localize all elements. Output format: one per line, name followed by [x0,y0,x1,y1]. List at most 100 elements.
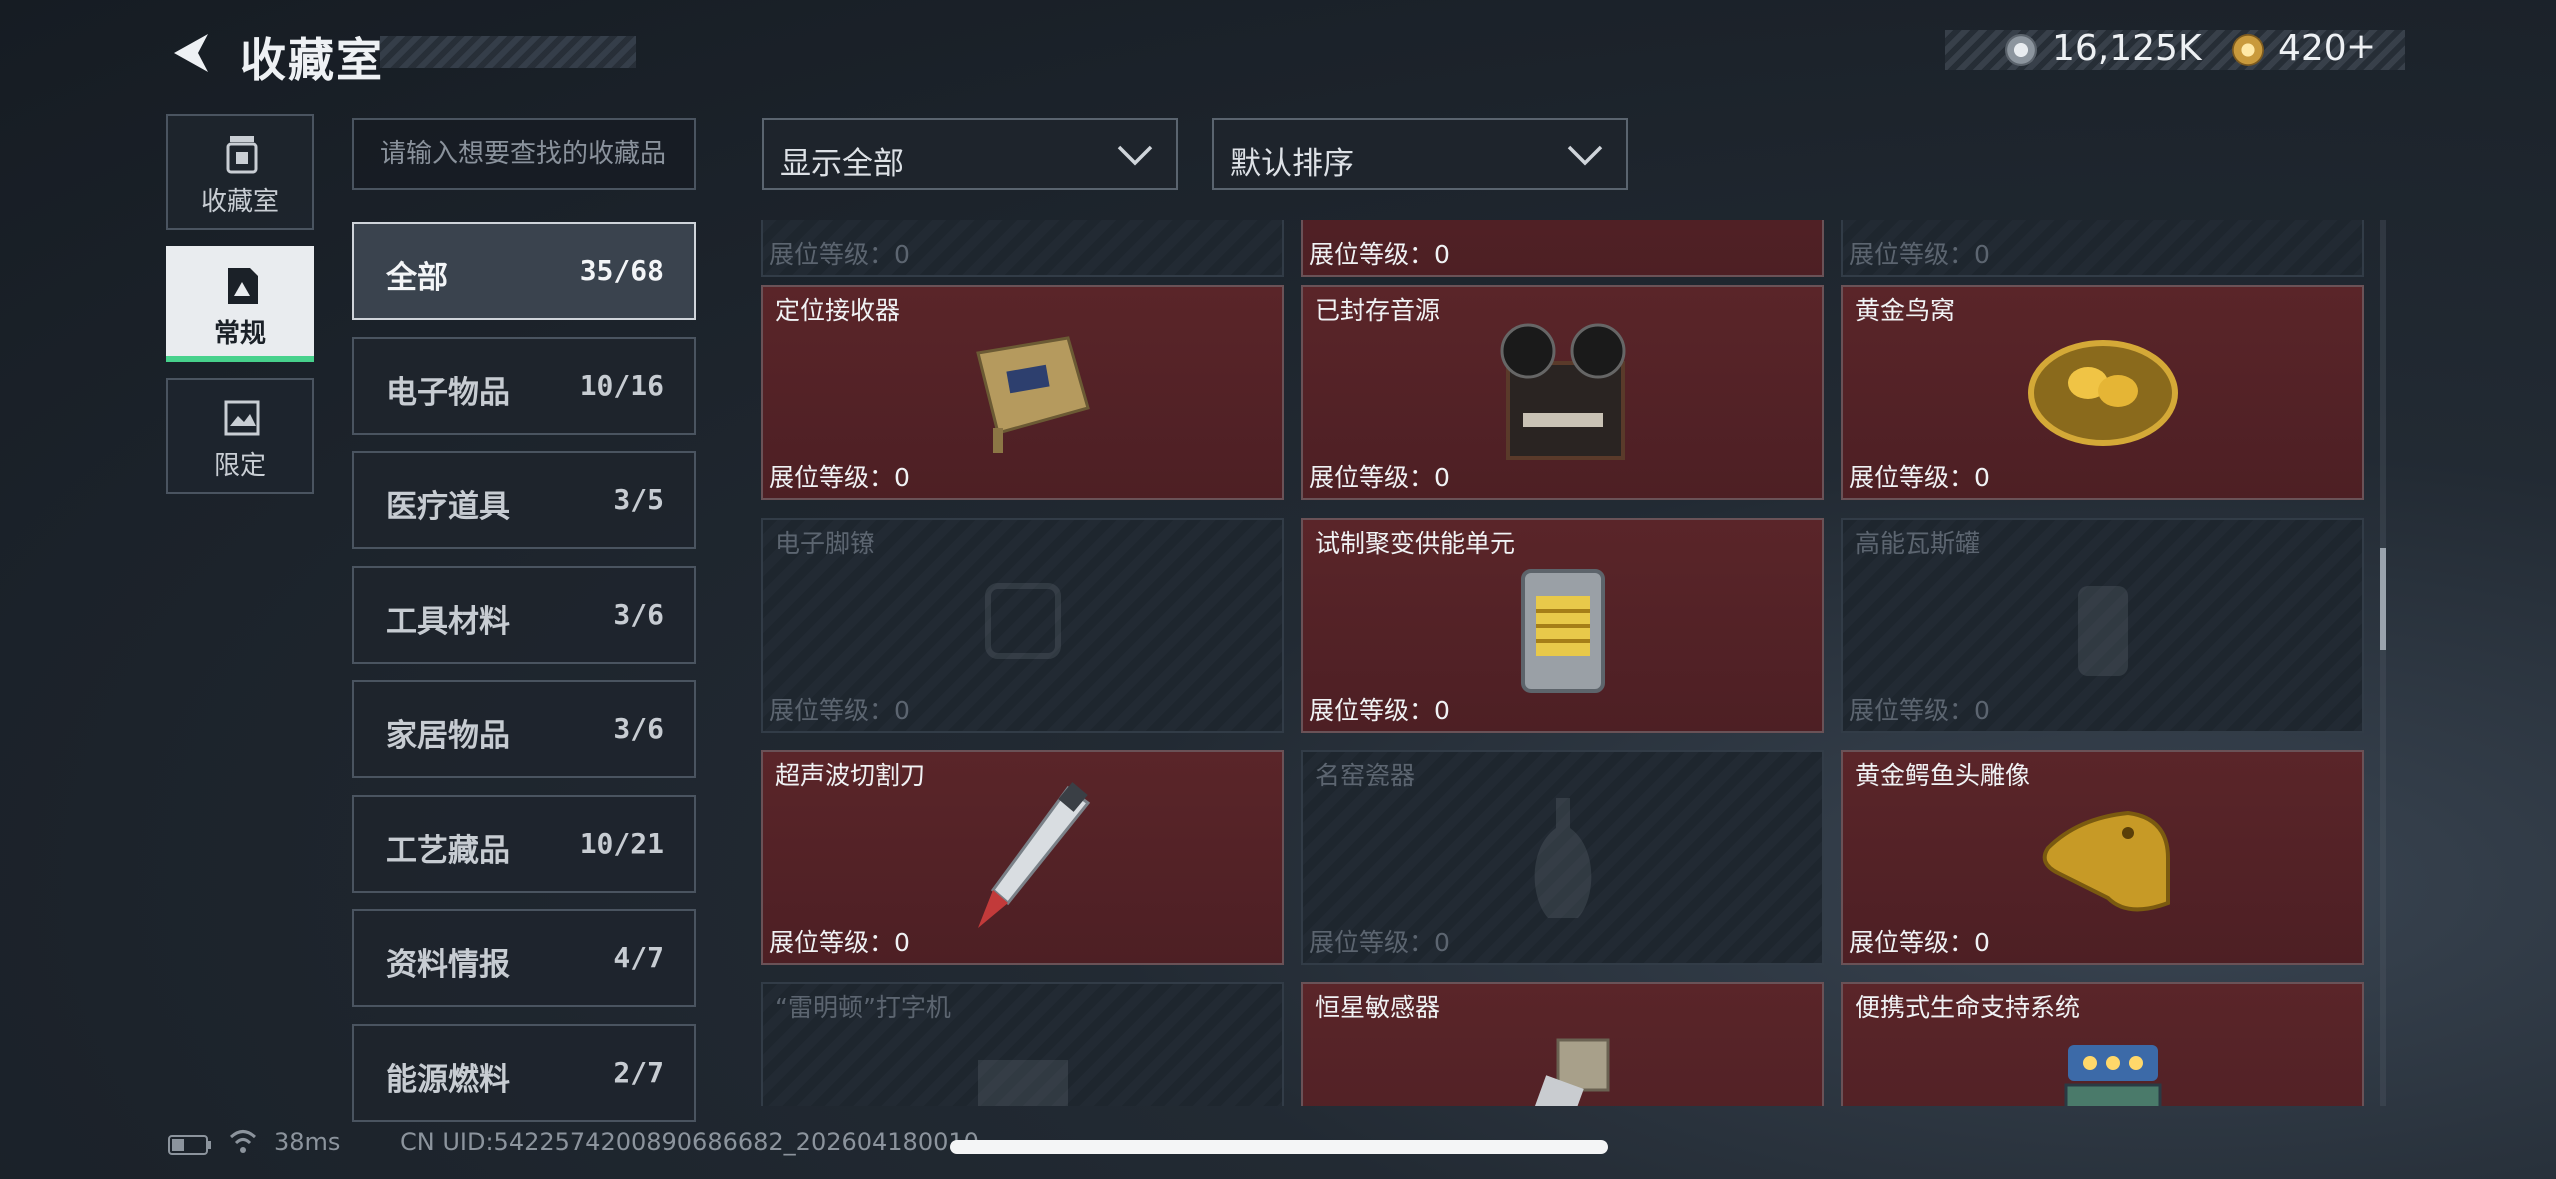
filter-dropdown[interactable]: 显示全部 [762,118,1178,190]
nav-regular[interactable]: 常规 [166,246,314,362]
scrollbar-track[interactable] [2380,220,2386,1106]
category-name: 全部 [386,260,448,296]
item-name: 黄金鸟窝 [1855,296,1956,325]
gold-coin-icon [2232,34,2264,66]
nav-limited[interactable]: 限定 [166,378,314,494]
ping-value: 38ms [274,1128,341,1156]
item-level: 展位等级：0 [769,928,910,957]
category-tools[interactable]: 工具材料 3/6 [352,566,696,664]
category-medical[interactable]: 医疗道具 3/5 [352,451,696,549]
category-name: 家居物品 [386,718,510,754]
category-count: 3/5 [613,483,664,516]
typewriter-icon [977,1060,1068,1106]
item-name: 电子脚镣 [775,529,876,558]
item-name: 定位接收器 [775,296,901,325]
item-level: 展位等级：0 [1309,928,1450,957]
trash-box-icon [226,136,258,174]
nav-label: 常规 [213,319,266,349]
category-count: 4/7 [613,941,664,974]
reel-tape-recorder-icon [1500,323,1625,460]
category-household[interactable]: 家居物品 3/6 [352,680,696,778]
silver-coin-icon [2005,34,2037,66]
category-all[interactable]: 全部 35/68 [352,222,696,320]
category-crafts[interactable]: 工艺藏品 10/21 [352,795,696,893]
category-name: 工艺藏品 [386,833,510,869]
item-name: 超声波切割刀 [775,761,926,790]
filter-value: 显示全部 [780,146,904,182]
item-card[interactable]: “雷明顿”打字机 [761,982,1284,1106]
item-card[interactable]: 黄金鸟窝 展位等级：0 [1841,285,2364,500]
item-card[interactable]: 电子脚镣 展位等级：0 [761,518,1284,733]
chevron-down-icon [1567,145,1603,166]
document-triangle-icon [228,268,258,304]
nav-label: 限定 [213,451,266,481]
item-card[interactable]: 名窑瓷器 展位等级：0 [1301,750,1824,965]
collection-grid[interactable]: 展位等级：0 展位等级：0 展位等级：0 定位接收器 展位等级：0 已封存音源 … [760,220,2370,1106]
category-name: 工具材料 [386,604,510,640]
item-card[interactable]: 展位等级：0 [1841,220,2364,277]
chevron-down-icon [1117,145,1153,166]
item-level: 展位等级：0 [769,463,910,492]
nav-active-indicator [166,356,314,362]
item-level: 展位等级：0 [1309,696,1450,725]
category-name: 资料情报 [386,947,510,983]
category-count: 3/6 [613,598,664,631]
item-card[interactable]: 便携式生命支持系统 [1841,982,2364,1106]
golden-nest-icon [2027,340,2178,446]
landscape-frame-icon [224,400,260,436]
gas-canister-icon [2077,586,2128,676]
item-name: 已封存音源 [1315,296,1441,325]
item-card[interactable]: 已封存音源 展位等级：0 [1301,285,1824,500]
player-uid: CN UID:542257420089068668​2_202604180010 [400,1128,979,1156]
item-name: 恒星敏感器 [1315,993,1441,1022]
item-card[interactable]: 定位接收器 展位等级：0 [761,285,1284,500]
star-sensor-icon [1521,1038,1609,1106]
nav-label: 收藏室 [200,187,279,217]
locator-receiver-icon [975,336,1090,453]
category-count: 10/16 [579,369,664,402]
wifi-icon [229,1130,257,1153]
category-count: 35/68 [579,254,664,287]
back-arrow-icon[interactable] [168,30,214,76]
search-input[interactable] [378,138,682,170]
item-level: 展位等级：0 [1849,240,1990,269]
silver-currency-value: 16,125K [2052,28,2202,69]
page-title: 收藏室 [240,33,384,87]
category-count: 3/6 [613,712,664,745]
item-level: 展位等级：0 [1309,240,1450,269]
category-name: 能源燃料 [386,1062,510,1098]
item-card[interactable]: 展位等级：0 [761,220,1284,277]
item-level: 展位等级：0 [769,240,910,269]
item-card[interactable]: 超声波切割刀 展位等级：0 [761,750,1284,965]
add-gold-button[interactable]: + [2346,26,2376,67]
porcelain-vase-icon [1534,798,1591,918]
item-name: 黄金鳄鱼头雕像 [1855,761,2031,790]
home-indicator[interactable] [950,1140,1608,1154]
scrollbar-thumb[interactable] [2380,548,2386,650]
category-intel[interactable]: 资料情报 4/7 [352,909,696,1007]
gold-currency-value: 420 [2278,28,2347,69]
category-count: 2/7 [613,1056,664,1089]
category-electronics[interactable]: 电子物品 10/16 [352,337,696,435]
ankle-monitor-icon [984,583,1061,659]
golden-crocodile-head-icon [2042,810,2170,912]
item-card[interactable]: 试制聚变供能单元 展位等级：0 [1301,518,1824,733]
category-name: 医疗道具 [386,489,510,525]
item-level: 展位等级：0 [1849,463,1990,492]
category-energy[interactable]: 能源燃料 2/7 [352,1024,696,1122]
nav-collection-room[interactable]: 收藏室 [166,114,314,230]
item-card[interactable]: 恒星敏感器 [1301,982,1824,1106]
category-count: 10/21 [579,827,664,860]
life-support-system-icon [2064,1045,2161,1106]
item-card[interactable]: 黄金鳄鱼头雕像 展位等级：0 [1841,750,2364,965]
sort-dropdown[interactable]: 默认排序 [1212,118,1628,190]
category-name: 电子物品 [386,375,510,411]
item-level: 展位等级：0 [769,696,910,725]
item-card[interactable]: 高能瓦斯罐 展位等级：0 [1841,518,2364,733]
item-name: 名窑瓷器 [1315,761,1416,790]
item-card[interactable]: 展位等级：0 [1301,220,1824,277]
item-name: “雷明顿”打字机 [775,993,951,1022]
search-box[interactable] [352,118,696,190]
item-name: 高能瓦斯罐 [1855,529,1981,558]
fusion-power-unit-icon [1520,569,1605,693]
